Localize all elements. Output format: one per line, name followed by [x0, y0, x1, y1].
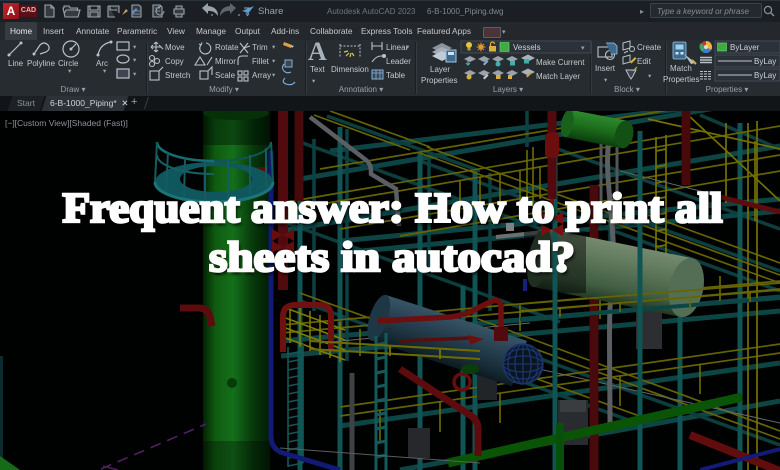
svg-text:▾: ▾: [312, 78, 316, 85]
svg-text:Line: Line: [8, 59, 24, 68]
svg-text:Text: Text: [310, 65, 325, 74]
svg-text:Match: Match: [670, 64, 692, 73]
svg-text:Match Layer: Match Layer: [536, 72, 580, 81]
svg-text:ByLay: ByLay: [754, 57, 776, 66]
svg-text:Properties: Properties: [421, 76, 457, 85]
svg-text:Mirror: Mirror: [215, 57, 236, 66]
svg-text:Leader: Leader: [386, 57, 411, 66]
svg-text:▾: ▾: [648, 73, 652, 80]
svg-text:Rotate: Rotate: [215, 43, 239, 52]
svg-text:ByLay: ByLay: [754, 71, 776, 80]
svg-text:Scale: Scale: [215, 71, 236, 80]
svg-text:▾: ▾: [272, 58, 276, 65]
svg-text:Circle: Circle: [58, 59, 79, 68]
svg-text:Create: Create: [637, 43, 662, 52]
svg-text:▾: ▾: [604, 77, 608, 84]
svg-text:Stretch: Stretch: [165, 71, 190, 80]
svg-text:ByLayer: ByLayer: [730, 43, 760, 52]
svg-text:▾: ▾: [103, 68, 107, 75]
svg-text:Layer: Layer: [430, 65, 450, 74]
svg-text:Fillet: Fillet: [252, 57, 270, 66]
svg-text:Insert: Insert: [595, 64, 616, 73]
svg-text:Make Current: Make Current: [536, 58, 585, 67]
svg-text:Array: Array: [252, 71, 271, 80]
svg-text:▾: ▾: [133, 71, 137, 78]
svg-text:A: A: [308, 40, 327, 66]
svg-text:▾: ▾: [272, 72, 276, 79]
svg-text:Copy: Copy: [165, 57, 184, 66]
svg-text:▾: ▾: [581, 45, 585, 52]
svg-text:Vessels: Vessels: [513, 43, 541, 52]
svg-text:Trim: Trim: [252, 43, 268, 52]
svg-text:Table: Table: [386, 71, 406, 80]
svg-text:▾: ▾: [133, 44, 137, 51]
svg-text:▾: ▾: [133, 57, 137, 64]
svg-text:Move: Move: [165, 43, 185, 52]
svg-text:▾: ▾: [406, 44, 410, 51]
svg-text:Dimension: Dimension: [331, 65, 369, 74]
svg-text:▾: ▾: [272, 44, 276, 51]
svg-text:Arc: Arc: [96, 59, 108, 68]
svg-text:Properties: Properties: [663, 75, 699, 84]
svg-text:▾: ▾: [68, 68, 72, 75]
svg-text:Polyline: Polyline: [27, 59, 56, 68]
svg-text:Edit: Edit: [637, 57, 652, 66]
